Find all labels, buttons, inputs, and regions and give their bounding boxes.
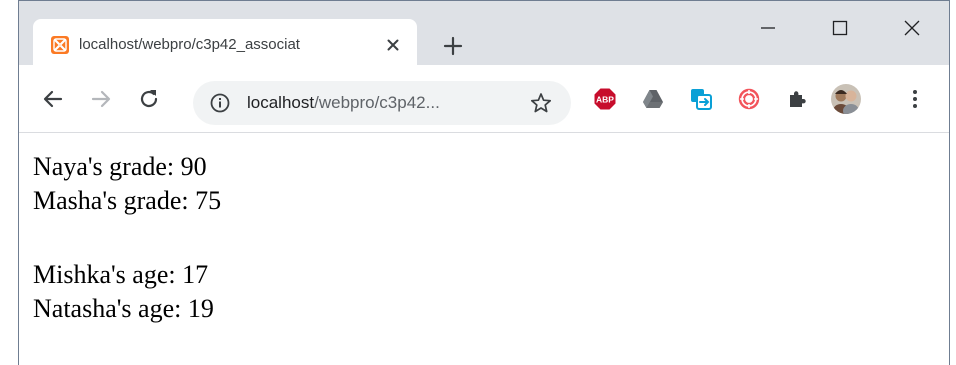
back-arrow-icon[interactable] xyxy=(41,87,65,111)
age-line-mishka: Mishka's age: 17 xyxy=(33,260,209,289)
copy-extension-icon[interactable] xyxy=(689,87,713,111)
site-info-icon[interactable] xyxy=(209,92,231,114)
url-path: /webpro/c3p42... xyxy=(314,93,440,112)
page-content: Naya's grade: 90 Masha's grade: 75 Mishk… xyxy=(19,134,949,365)
forward-arrow-icon[interactable] xyxy=(89,87,113,111)
tab-strip: localhost/webpro/c3p42_associat xyxy=(19,1,949,65)
grade-line-masha: Masha's grade: 75 xyxy=(33,186,222,215)
puzzle-extensions-icon[interactable] xyxy=(785,87,809,111)
swirl-extension-icon[interactable] xyxy=(737,87,761,111)
age-line-natasha: Natasha's age: 19 xyxy=(33,294,214,323)
maximize-icon[interactable] xyxy=(827,15,853,41)
new-tab-plus-icon[interactable] xyxy=(441,34,465,58)
google-drive-icon[interactable] xyxy=(641,87,665,111)
browser-toolbar: localhost/webpro/c3p42... ABP xyxy=(19,65,949,133)
xampp-icon xyxy=(51,36,69,54)
line-break xyxy=(33,218,949,258)
browser-window: localhost/webpro/c3p42_associat localhos… xyxy=(18,0,950,365)
close-icon[interactable] xyxy=(899,15,925,41)
kebab-menu-icon[interactable] xyxy=(903,87,927,111)
svg-text:ABP: ABP xyxy=(596,95,614,105)
active-tab[interactable]: localhost/webpro/c3p42_associat xyxy=(33,19,417,65)
profile-avatar[interactable] xyxy=(831,84,861,114)
bookmark-star-icon[interactable] xyxy=(529,91,553,115)
tab-close-icon[interactable] xyxy=(383,35,403,55)
grade-line-naya: Naya's grade: 90 xyxy=(33,152,207,181)
url-host: localhost xyxy=(247,93,315,112)
adblock-plus-icon[interactable]: ABP xyxy=(593,87,617,111)
reload-icon[interactable] xyxy=(137,87,161,111)
address-bar[interactable]: localhost/webpro/c3p42... xyxy=(193,81,571,125)
url-text[interactable]: localhost/webpro/c3p42... xyxy=(247,92,440,114)
tab-title: localhost/webpro/c3p42_associat xyxy=(79,36,300,53)
minimize-icon[interactable] xyxy=(755,15,781,41)
